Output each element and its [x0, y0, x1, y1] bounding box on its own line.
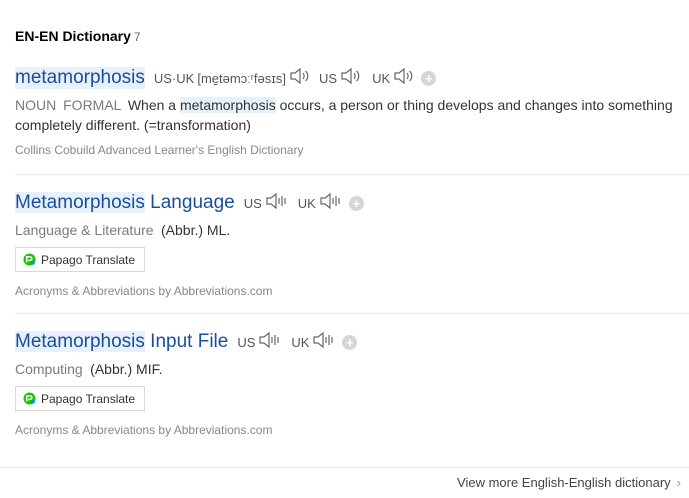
us-label: US	[243, 195, 262, 211]
uk-label: UK	[291, 334, 310, 350]
category-label: Computing	[15, 361, 83, 377]
category-label: Language & Literature	[15, 222, 154, 238]
entry-word[interactable]: Metamorphosis Language	[15, 192, 235, 214]
speaker-icon[interactable]	[340, 67, 362, 90]
definition-highlight: metamorphosis	[179, 97, 276, 113]
entry-word[interactable]: Metamorphosis Input File	[15, 331, 228, 353]
footer-divider	[0, 467, 689, 468]
speaker-icon[interactable]	[312, 331, 336, 354]
us-label: US	[237, 334, 256, 350]
entry-meaning: Computing (Abbr.) MIF.	[15, 361, 689, 379]
definition-text: occurs, a person or thing develops and c…	[279, 97, 673, 113]
dictionary-entry: Metamorphosis Language US UK + Language …	[15, 190, 689, 298]
abbreviation: (Abbr.) ML.	[161, 222, 231, 238]
part-of-speech: NOUN	[15, 97, 57, 113]
speaker-icon[interactable]	[289, 67, 311, 90]
papago-translate-button[interactable]: Papago Translate	[15, 247, 146, 272]
entry-word-rest: Language	[150, 192, 235, 213]
definition-text: When a	[127, 97, 177, 113]
add-icon[interactable]: +	[342, 334, 358, 350]
papago-translate-label: Papago Translate	[41, 391, 136, 406]
pron-usuk-label: US·UK	[153, 70, 195, 86]
entry-source[interactable]: Acronyms & Abbreviations by Abbreviation…	[15, 423, 689, 437]
pronunciation: US·UK [me̠təmɔːʳfəsɪs]	[154, 71, 286, 86]
result-count: 7	[133, 30, 141, 44]
speaker-icon[interactable]	[258, 331, 282, 354]
entry-source[interactable]: Acronyms & Abbreviations by Abbreviation…	[15, 284, 689, 298]
papago-translate-button[interactable]: Papago Translate	[15, 386, 146, 411]
entry-word-rest: Input File	[150, 331, 229, 352]
papago-icon	[23, 253, 36, 266]
divider	[15, 313, 689, 314]
entry-word-highlight: Metamorphosis	[15, 331, 145, 352]
phonetic: [me̠təmɔːʳfəsɪs]	[197, 70, 286, 86]
view-more-label: View more English-English dictionary	[457, 475, 671, 490]
us-label: US	[319, 70, 338, 86]
add-icon[interactable]: +	[421, 70, 437, 86]
abbreviation: (Abbr.) MIF.	[90, 361, 163, 377]
entry-word-highlight: Metamorphosis	[15, 192, 145, 213]
section-title: EN-EN Dictionary	[15, 28, 131, 44]
register-label: FORMAL	[63, 97, 121, 113]
chevron-right-icon: ›	[676, 475, 681, 490]
view-more-link[interactable]: View more English-English dictionary ›	[457, 475, 681, 490]
entry-meaning: Language & Literature (Abbr.) ML.	[15, 222, 689, 240]
speaker-icon[interactable]	[319, 192, 343, 215]
dictionary-entry: metamorphosis US·UK [me̠təmɔːʳfəsɪs] US …	[15, 65, 689, 157]
definition: NOUN FORMAL When a metamorphosis occurs,…	[15, 95, 689, 135]
entry-word[interactable]: metamorphosis	[15, 67, 145, 89]
uk-label: UK	[372, 70, 391, 86]
speaker-icon[interactable]	[393, 67, 415, 90]
divider	[15, 174, 689, 175]
speaker-icon[interactable]	[265, 192, 289, 215]
definition-text: completely different. (=transformation)	[15, 117, 251, 133]
uk-label: UK	[297, 195, 316, 211]
papago-icon	[23, 392, 36, 405]
section-header: EN-EN Dictionary 7	[15, 28, 141, 44]
dictionary-entry: Metamorphosis Input File US UK + Computi…	[15, 329, 689, 437]
add-icon[interactable]: +	[348, 195, 364, 211]
entry-source[interactable]: Collins Cobuild Advanced Learner's Engli…	[15, 143, 689, 157]
papago-translate-label: Papago Translate	[41, 252, 136, 267]
